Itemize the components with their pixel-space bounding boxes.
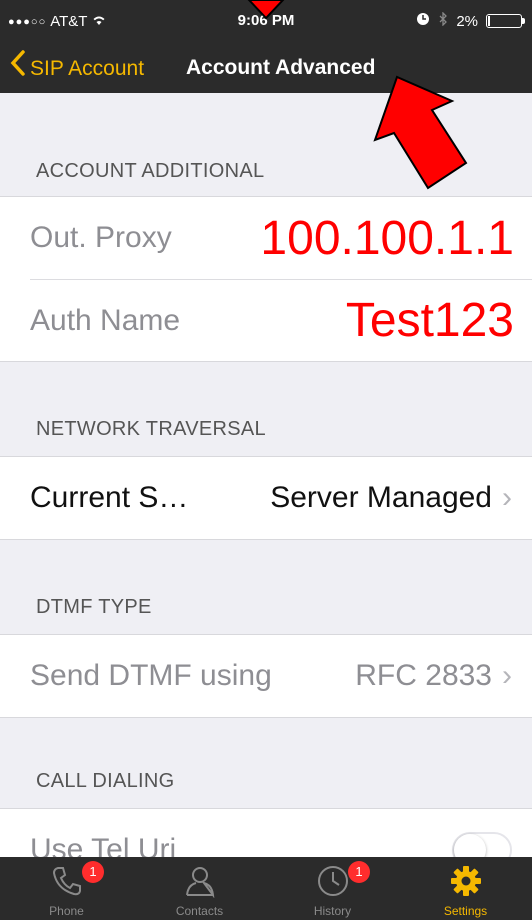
page-title: Account Advanced: [186, 56, 376, 79]
network-traversal-value: Server Managed: [270, 481, 492, 514]
status-bar: ●●●○○ AT&T 9:06 PM 2%: [0, 0, 532, 40]
network-traversal-label: Current S…: [30, 481, 189, 514]
tab-history[interactable]: 1 History: [266, 857, 399, 920]
tab-contacts[interactable]: Contacts: [133, 857, 266, 920]
back-button[interactable]: SIP Account: [10, 50, 145, 86]
tab-history-label: History: [313, 904, 352, 918]
account-additional-group: Out. Proxy 100.100.1.1 Auth Name Test123: [0, 196, 532, 362]
battery-icon: [486, 14, 525, 28]
red-arrow-pointer: [373, 75, 468, 190]
chevron-left-icon: [10, 50, 26, 84]
chevron-right-icon: ›: [502, 659, 512, 692]
phone-badge: 1: [82, 861, 104, 883]
battery-fill: [488, 16, 490, 26]
dtmf-row[interactable]: Send DTMF using RFC 2833 ›: [0, 635, 532, 717]
auth-name-row[interactable]: Auth Name Test123: [30, 279, 532, 361]
tab-phone-label: Phone: [49, 904, 84, 918]
out-proxy-row[interactable]: Out. Proxy 100.100.1.1: [0, 197, 532, 279]
chevron-right-icon: ›: [502, 481, 512, 514]
section-header-call-dialing: CALL DIALING: [36, 770, 175, 792]
dtmf-label: Send DTMF using: [30, 659, 272, 692]
out-proxy-label: Out. Proxy: [30, 221, 172, 254]
auth-name-label: Auth Name: [30, 303, 181, 337]
battery-percent: 2%: [456, 12, 478, 30]
tab-phone[interactable]: 1 Phone: [0, 857, 133, 920]
network-traversal-group: Current S… Server Managed ›: [0, 456, 532, 540]
top-bar: ●●●○○ AT&T 9:06 PM 2% SIP Account Accoun…: [0, 0, 532, 93]
auth-name-value[interactable]: Test123: [346, 293, 514, 348]
gear-icon: [450, 866, 481, 896]
tab-bar: 1 Phone Contacts 1 History Settings: [0, 857, 532, 920]
tab-contacts-label: Contacts: [175, 904, 224, 918]
network-traversal-row[interactable]: Current S… Server Managed ›: [0, 457, 532, 539]
out-proxy-value[interactable]: 100.100.1.1: [260, 211, 514, 266]
section-header-account-additional: ACCOUNT ADDITIONAL: [36, 160, 265, 182]
section-header-dtmf-type: DTMF TYPE: [36, 596, 152, 618]
navigation-bar: SIP Account Account Advanced: [0, 44, 532, 92]
bluetooth-icon: [438, 11, 448, 30]
tab-settings-label: Settings: [443, 904, 488, 918]
contacts-icon: [185, 867, 214, 898]
clock-icon: [317, 866, 348, 896]
back-button-label: SIP Account: [30, 57, 145, 80]
phone-icon: [52, 867, 81, 896]
status-right: 2%: [416, 11, 525, 30]
history-badge: 1: [348, 861, 370, 883]
tab-settings[interactable]: Settings: [399, 857, 532, 920]
section-header-network-traversal: NETWORK TRAVERSAL: [36, 418, 266, 440]
dtmf-value: RFC 2833: [355, 659, 492, 692]
dtmf-type-group: Send DTMF using RFC 2833 ›: [0, 634, 532, 718]
alarm-icon: [416, 12, 430, 30]
